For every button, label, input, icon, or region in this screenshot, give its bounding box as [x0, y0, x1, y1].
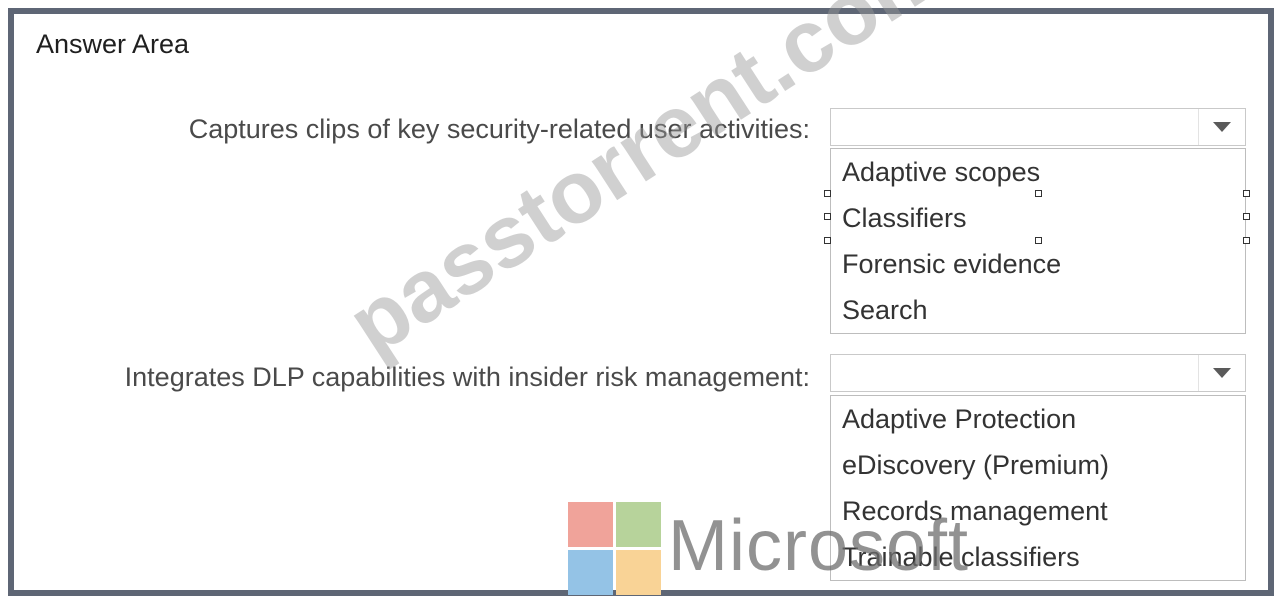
option-search[interactable]: Search	[831, 287, 1245, 333]
option-adaptive-scopes[interactable]: Adaptive scopes	[831, 149, 1245, 195]
resize-handle[interactable]	[824, 213, 831, 220]
question-1-dropdown[interactable]	[830, 108, 1246, 146]
resize-handle[interactable]	[1243, 213, 1250, 220]
logo-red-square	[568, 502, 613, 547]
resize-handle[interactable]	[1243, 237, 1250, 244]
dropdown-separator	[1198, 109, 1199, 145]
resize-handle[interactable]	[1243, 190, 1250, 197]
resize-handle[interactable]	[824, 237, 831, 244]
option-forensic-evidence[interactable]: Forensic evidence	[831, 241, 1245, 287]
option-classifiers[interactable]: Classifiers	[831, 195, 1245, 241]
resize-handle[interactable]	[824, 190, 831, 197]
question-2-dropdown[interactable]	[830, 354, 1246, 392]
caret-down-icon[interactable]	[1213, 368, 1231, 378]
option-adaptive-protection[interactable]: Adaptive Protection	[831, 396, 1245, 442]
resize-handle[interactable]	[1035, 190, 1042, 197]
logo-blue-square	[568, 550, 613, 595]
option-ediscovery-premium[interactable]: eDiscovery (Premium)	[831, 442, 1245, 488]
question-2-label: Integrates DLP capabilities with insider…	[124, 362, 810, 392]
microsoft-logo-icon	[568, 502, 662, 596]
resize-handle[interactable]	[1035, 237, 1042, 244]
caret-down-icon[interactable]	[1213, 122, 1231, 132]
question-1-label: Captures clips of key security-related u…	[188, 114, 810, 144]
answer-area-title: Answer Area	[36, 29, 190, 59]
microsoft-watermark-text: Microsoft	[668, 506, 970, 586]
logo-yellow-square	[616, 550, 661, 595]
logo-green-square	[616, 502, 661, 547]
dropdown-separator	[1198, 355, 1199, 391]
